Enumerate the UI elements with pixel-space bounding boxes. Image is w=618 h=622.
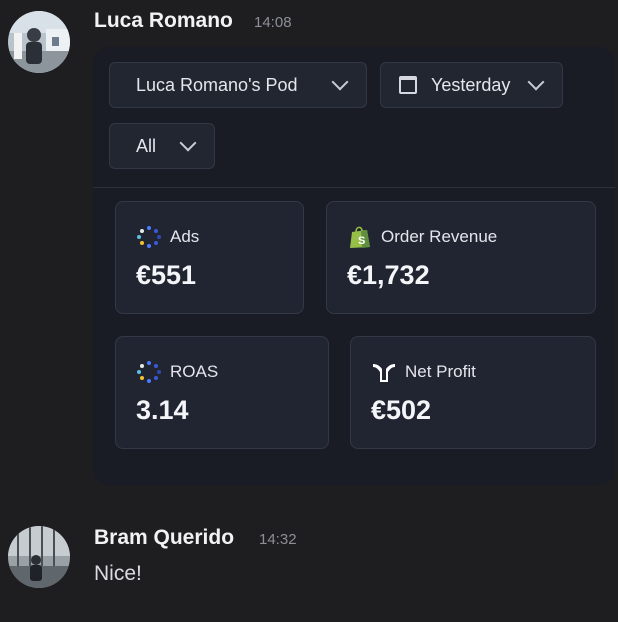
calendar-icon bbox=[399, 76, 417, 94]
metric-value: 3.14 bbox=[136, 395, 189, 425]
message-bram: Bram Querido 14:32 Nice! bbox=[0, 510, 618, 622]
timestamp: 14:32 bbox=[259, 531, 297, 548]
metric-value: €502 bbox=[371, 395, 432, 425]
svg-text:S: S bbox=[358, 235, 365, 247]
ads-dots-icon bbox=[137, 226, 161, 248]
filter-bar: Luca Romano's Pod Yesterday All bbox=[93, 47, 615, 188]
triple-whale-icon bbox=[373, 364, 395, 382]
chevron-down-icon bbox=[179, 134, 197, 152]
metric-card-net-profit[interactable]: Net Profit €502 bbox=[350, 336, 596, 449]
metric-value: €551 bbox=[136, 260, 197, 290]
metric-value: €1,732 bbox=[347, 260, 430, 290]
timestamp: 14:08 bbox=[254, 14, 292, 31]
roas-dots-icon bbox=[137, 361, 161, 383]
metric-card-roas[interactable]: ROAS 3.14 bbox=[115, 336, 329, 449]
metric-card-ads[interactable]: Ads €551 bbox=[115, 201, 304, 314]
shopify-bag-icon: S bbox=[350, 226, 370, 248]
message-text: Nice! bbox=[94, 562, 142, 585]
date-dropdown-label: Yesterday bbox=[431, 74, 511, 95]
chevron-down-icon bbox=[331, 73, 349, 91]
pod-dropdown-label: Luca Romano's Pod bbox=[136, 74, 298, 95]
metric-card-order-revenue[interactable]: S Order Revenue €1,732 bbox=[326, 201, 596, 314]
channel-dropdown-label: All bbox=[136, 135, 157, 156]
avatar[interactable] bbox=[8, 526, 70, 588]
author-name[interactable]: Luca Romano bbox=[94, 9, 233, 33]
message-luca: Luca Romano 14:08 Luca Romano's Pod Yest… bbox=[0, 0, 618, 495]
metric-title: ROAS bbox=[170, 362, 219, 381]
metric-title: Order Revenue bbox=[381, 227, 498, 246]
metric-title: Ads bbox=[170, 227, 200, 246]
pod-dropdown[interactable]: Luca Romano's Pod bbox=[109, 62, 367, 108]
chevron-down-icon bbox=[527, 73, 545, 91]
triple-whale-embed: Luca Romano's Pod Yesterday All Ads €551… bbox=[93, 47, 615, 485]
date-dropdown[interactable]: Yesterday bbox=[380, 62, 563, 108]
avatar[interactable] bbox=[8, 11, 70, 73]
metric-title: Net Profit bbox=[405, 362, 476, 381]
channel-dropdown[interactable]: All bbox=[109, 123, 215, 169]
author-name[interactable]: Bram Querido bbox=[94, 526, 234, 550]
